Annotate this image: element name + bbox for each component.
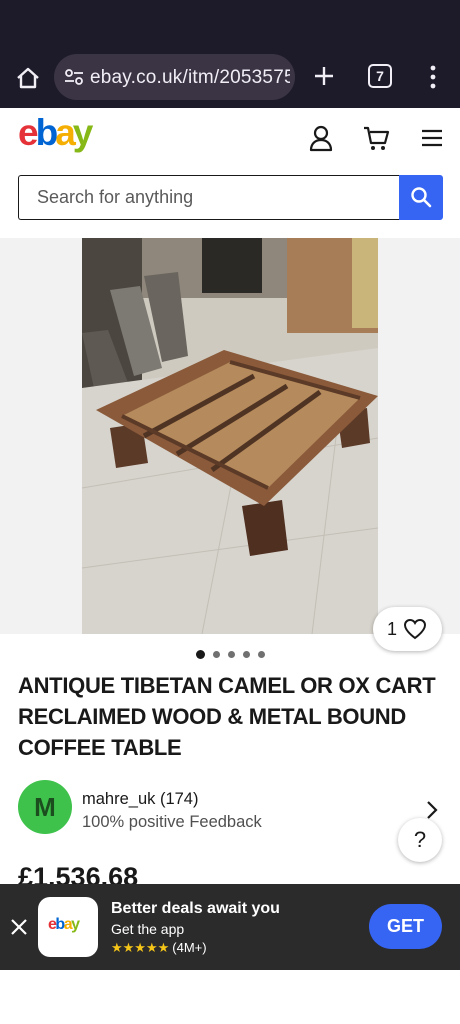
new-tab-icon[interactable]	[311, 63, 337, 89]
image-gallery[interactable]: 1	[0, 238, 460, 651]
listing-title: ANTIQUE TIBETAN CAMEL OR OX CART RECLAIM…	[18, 673, 436, 760]
image-pagination[interactable]	[0, 650, 460, 660]
site-header: ebay	[0, 108, 460, 238]
site-settings-icon[interactable]	[64, 68, 84, 86]
tab-switcher-button[interactable]: 7	[368, 64, 392, 88]
app-install-banner: ebay Better deals await you Get the app …	[0, 884, 460, 970]
app-icon-logo: ebay	[48, 916, 80, 933]
seller-avatar: M	[18, 780, 72, 834]
pagination-dot-1[interactable]	[195, 650, 205, 659]
search-button[interactable]	[399, 175, 443, 220]
seller-name: mahre_uk (174)	[82, 790, 199, 808]
menu-icon[interactable]	[421, 128, 443, 148]
watch-button[interactable]: 1	[373, 607, 442, 651]
banner-subtitle: Get the app	[111, 921, 185, 937]
banner-title: Better deals await you	[111, 900, 280, 917]
ebay-app-icon: ebay	[38, 897, 98, 957]
pagination-dot-5[interactable]	[257, 651, 265, 658]
star-rating-icon: ★★★★★	[111, 940, 170, 955]
chevron-right-icon	[427, 801, 438, 819]
seller-info[interactable]: M mahre_uk (174) 100% positive Feedback	[18, 780, 442, 840]
pagination-dot-2[interactable]	[212, 651, 220, 658]
cart-icon[interactable]	[362, 124, 390, 152]
search-field[interactable]	[18, 175, 400, 220]
search-input[interactable]	[19, 176, 400, 219]
rating-count: (4M+)	[172, 940, 207, 955]
get-app-button[interactable]: GET	[369, 904, 442, 949]
url-text: ebay.co.uk/itm/2053575	[90, 67, 290, 88]
status-bar	[0, 0, 460, 52]
address-bar[interactable]: ebay.co.uk/itm/2053575	[54, 54, 295, 100]
watch-count: 1	[387, 619, 398, 639]
pagination-dot-3[interactable]	[227, 651, 235, 658]
search-icon	[411, 187, 432, 208]
pagination-dot-4[interactable]	[242, 651, 250, 658]
bottom-blank-area	[0, 970, 460, 1024]
heart-icon	[403, 618, 427, 640]
close-icon[interactable]	[10, 918, 28, 936]
help-button[interactable]: ?	[398, 818, 442, 862]
account-icon[interactable]	[308, 124, 334, 152]
seller-feedback: 100% positive Feedback	[82, 813, 262, 831]
browser-toolbar: ebay.co.uk/itm/2053575 7	[0, 52, 460, 108]
more-options-icon[interactable]	[426, 64, 440, 90]
product-photo[interactable]	[82, 238, 378, 634]
home-icon[interactable]	[14, 64, 42, 92]
app-rating: ★★★★★ (4M+)	[111, 940, 207, 956]
ebay-logo[interactable]: ebay	[18, 112, 93, 154]
price: £1,536.68	[18, 862, 139, 886]
